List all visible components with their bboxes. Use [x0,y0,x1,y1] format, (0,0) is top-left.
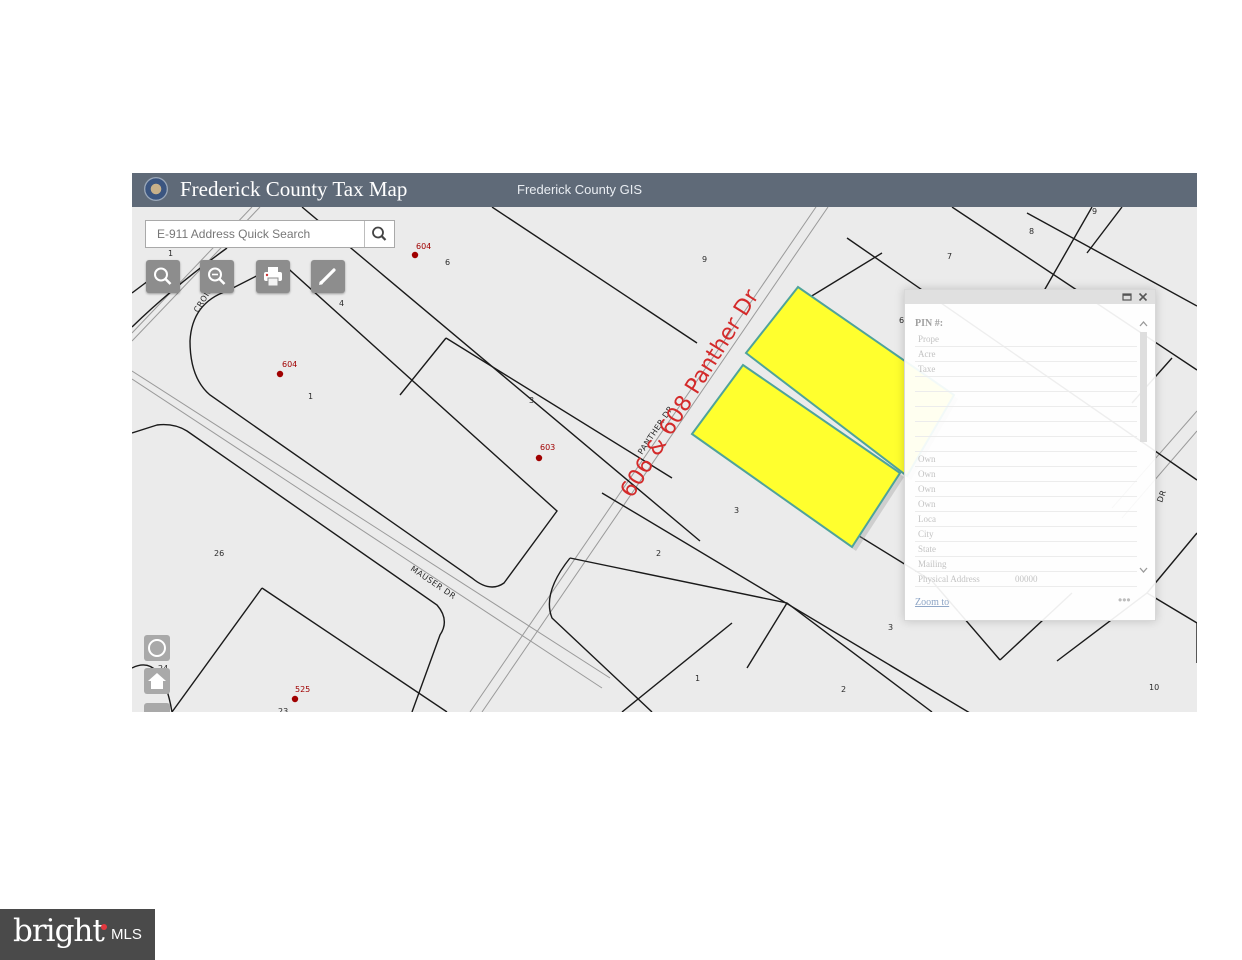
address-point-label: 604 [416,242,431,251]
magnifier-icon [154,267,172,285]
scroll-thumb [1140,332,1147,442]
pencil-icon [319,268,336,285]
popup-row: Mailing [915,557,1137,572]
popup-row [915,407,1137,422]
address-point-label: 525 [295,685,310,694]
popup-header [905,290,1155,304]
home-button[interactable] [144,668,170,694]
draw-tool[interactable] [311,260,345,293]
locate-icon [148,639,166,657]
address-search [145,220,395,248]
popup-row: Taxe [915,362,1137,377]
popup-row: Own [915,497,1137,512]
address-point [291,695,299,703]
lot-number: 2 [656,549,661,558]
zoom-to-link[interactable]: Zoom to [915,597,949,608]
search-button[interactable] [364,221,394,247]
popup-row: Prope [915,332,1137,347]
lot-number: 7 [947,252,952,261]
watermark-brand: bright [13,913,105,949]
printer-icon [264,267,282,287]
popup-row: Own [915,467,1137,482]
lot-number: 23 [278,707,288,712]
lot-number: 1 [168,249,173,258]
address-point [276,370,284,378]
lot-number: 1 [695,674,700,683]
chevron-up-icon [1139,321,1148,327]
lot-number: 9 [702,255,707,264]
popup-row: Physical Address 00000 [915,572,1137,587]
popup-row [915,437,1137,452]
parcel-info-popup: PIN #: Prope Acre Taxe Own Own Own Own L… [904,289,1156,621]
popup-row [915,422,1137,437]
popup-title: PIN #: [915,318,944,329]
more-options-button[interactable]: ••• [1118,593,1131,607]
lot-number: 10 [1149,683,1159,692]
magnifier-minus-icon [208,267,226,285]
lot-number: 1 [308,392,313,401]
search-input[interactable] [146,221,366,247]
nav-button-partial[interactable] [144,703,170,712]
lot-number: 9 [1092,207,1097,216]
lot-number: 2 [841,685,846,694]
zoom-out-tool[interactable] [200,260,234,293]
address-point-label: 603 [540,443,555,452]
watermark-suffix: MLS [111,926,142,943]
print-tool[interactable] [256,260,290,293]
popup-row: Own [915,452,1137,467]
title-bar: Frederick County Tax Map Frederick Count… [132,173,1197,207]
maximize-icon[interactable] [1121,291,1133,303]
search-icon [372,226,387,241]
address-point [411,251,419,259]
tax-map-app: PANTHER DR MAUSER DR CRONSITE DR 1 6 4 1… [132,173,1197,712]
lot-number: 8 [1029,227,1034,236]
zoom-in-tool[interactable] [146,260,180,293]
popup-row [915,392,1137,407]
close-icon[interactable] [1137,291,1149,303]
locate-button[interactable] [144,635,170,661]
lot-number: 3 [888,623,893,632]
lot-number: 4 [339,299,344,308]
lot-number: 26 [214,549,224,558]
brand-dot-icon [101,924,107,930]
county-seal-icon [144,177,168,201]
gis-subtitle: Frederick County GIS [517,182,642,197]
lot-number: 3 [529,396,534,405]
lot-number: 6 [445,258,450,267]
popup-row: State [915,542,1137,557]
popup-row [915,377,1137,392]
home-icon [148,673,166,689]
address-point [535,454,543,462]
popup-row: Own [915,482,1137,497]
chevron-down-icon [1139,567,1148,573]
popup-row: City [915,527,1137,542]
popup-row: Loca [915,512,1137,527]
popup-row: Acre [915,347,1137,362]
app-title: Frederick County Tax Map [180,177,408,201]
lot-number: 3 [734,506,739,515]
popup-scrollbar[interactable] [1138,312,1149,592]
bright-mls-watermark: bright MLS [0,909,155,960]
address-point-label: 604 [282,360,297,369]
